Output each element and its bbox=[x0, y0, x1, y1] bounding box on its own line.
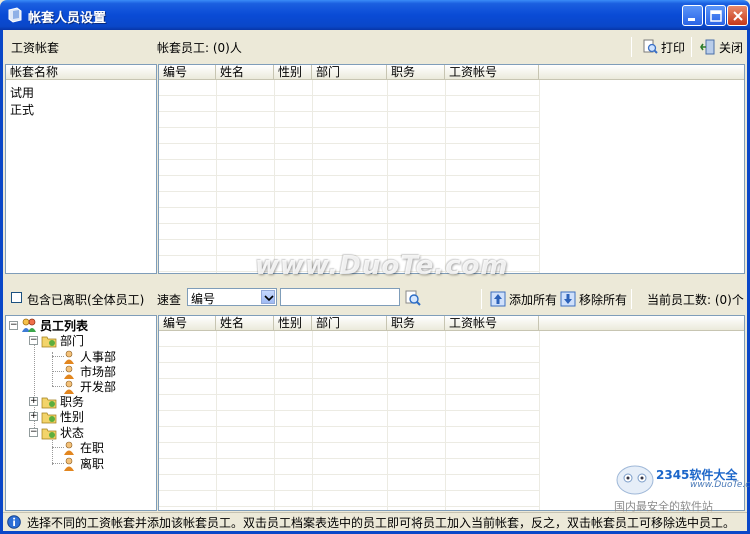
search-field-select[interactable]: 编号 bbox=[187, 288, 277, 306]
remove-all-button[interactable]: 移除所有 bbox=[557, 288, 630, 310]
mascot-logo bbox=[616, 465, 654, 495]
account-item-trial[interactable]: 试用 bbox=[10, 84, 34, 101]
tree-dept-dev-label: 开发部 bbox=[80, 380, 117, 394]
close-window-button[interactable] bbox=[727, 5, 748, 26]
toolbar-separator bbox=[691, 37, 692, 57]
accounts-list[interactable]: 帐套名称 试用 正式 bbox=[5, 64, 157, 274]
tree-node-dept-hr[interactable]: 人事部 bbox=[62, 349, 116, 364]
person-icon bbox=[64, 350, 74, 364]
toolbar-separator bbox=[631, 289, 632, 309]
add-all-label: 添加所有 bbox=[509, 292, 558, 307]
print-preview-icon bbox=[643, 39, 658, 54]
account-employee-grid[interactable]: 编号 姓名 性别 部门 职务 工资帐号 bbox=[158, 64, 745, 274]
chevron-down-icon bbox=[264, 295, 274, 302]
search-button[interactable] bbox=[404, 289, 422, 307]
col-header-department[interactable]: 部门 bbox=[312, 316, 387, 331]
tree-gender-label: 性别 bbox=[60, 410, 85, 424]
close-label: 关闭 bbox=[719, 40, 744, 55]
add-all-button[interactable]: 添加所有 bbox=[487, 288, 560, 310]
col-header-filler bbox=[539, 65, 744, 80]
minimize-icon bbox=[688, 18, 695, 21]
window-title: 帐套人员设置 bbox=[28, 11, 107, 26]
col-header-id[interactable]: 编号 bbox=[159, 65, 216, 80]
tree-node-status-active[interactable]: 在职 bbox=[62, 440, 104, 455]
search-input[interactable] bbox=[280, 288, 400, 306]
col-header-gender[interactable]: 性别 bbox=[274, 65, 312, 80]
print-button[interactable]: 打印 bbox=[639, 36, 688, 58]
collapse-toggle[interactable]: − bbox=[29, 336, 38, 345]
duote-small-watermark: www.DuoTe.com bbox=[690, 480, 750, 490]
tree-node-position[interactable]: + 职务 bbox=[29, 394, 84, 409]
col-header-id[interactable]: 编号 bbox=[159, 316, 216, 331]
employee-count-label: 帐套员工: (0)人 bbox=[157, 41, 242, 55]
maximize-icon bbox=[710, 10, 722, 22]
status-bar: 选择不同的工资帐套并添加该帐套员工。双击员工档案表选中的员工即可将员工加入当前帐… bbox=[3, 512, 747, 531]
expand-toggle[interactable]: + bbox=[29, 397, 38, 406]
section-label: 工资帐套 bbox=[11, 41, 60, 55]
status-message: 选择不同的工资帐套并添加该帐套员工。双击员工档案表选中的员工即可将员工加入当前帐… bbox=[27, 515, 736, 530]
tree-node-department[interactable]: − 部门 bbox=[29, 333, 84, 348]
tree-node-status[interactable]: − 状态 bbox=[29, 425, 84, 440]
collapse-toggle[interactable]: − bbox=[29, 428, 38, 437]
remove-all-label: 移除所有 bbox=[579, 292, 628, 307]
duote-watermark: www.DuoTe.com bbox=[255, 251, 509, 281]
folder-open-icon bbox=[41, 428, 57, 439]
tree-status-resigned-label: 离职 bbox=[80, 457, 105, 471]
toolbar-separator bbox=[631, 37, 632, 57]
expand-toggle[interactable]: + bbox=[29, 412, 38, 421]
top-toolbar: 工资帐套 帐套员工: (0)人 打印 关闭 bbox=[3, 30, 747, 64]
include-resigned-checkbox[interactable] bbox=[11, 292, 22, 303]
maximize-button[interactable] bbox=[705, 5, 726, 26]
grid-lines bbox=[159, 80, 540, 273]
col-header-account[interactable]: 工资帐号 bbox=[445, 316, 539, 331]
app-icon bbox=[8, 7, 22, 23]
dropdown-arrow-button[interactable] bbox=[261, 290, 275, 304]
folder-icon bbox=[41, 397, 57, 408]
col-header-department[interactable]: 部门 bbox=[312, 65, 387, 80]
folder-icon bbox=[41, 412, 57, 423]
brand-2345-slogan: 国内最安全的软件站 bbox=[614, 500, 713, 513]
users-group-icon bbox=[22, 318, 36, 332]
search-field-value: 编号 bbox=[191, 292, 216, 306]
close-button[interactable]: 关闭 bbox=[697, 36, 746, 58]
toolbar-separator bbox=[481, 289, 482, 309]
accounts-column-header[interactable]: 帐套名称 bbox=[6, 65, 156, 80]
col-header-filler bbox=[539, 316, 744, 331]
tree-node-root[interactable]: − 员工列表 bbox=[9, 318, 88, 333]
tree-node-gender[interactable]: + 性别 bbox=[29, 409, 84, 424]
person-icon bbox=[64, 365, 74, 379]
quick-search-label: 速查 bbox=[157, 293, 182, 307]
title-bar[interactable]: 帐套人员设置 bbox=[0, 0, 750, 30]
col-header-position[interactable]: 职务 bbox=[387, 316, 445, 331]
person-icon bbox=[64, 457, 74, 471]
collapse-toggle[interactable]: − bbox=[9, 321, 18, 330]
employee-tree[interactable]: − 员工列表 − 部门 人事部 市场部 开发部 + 职务 + 性别 − 状态 在… bbox=[5, 315, 157, 511]
exit-door-icon bbox=[700, 39, 715, 55]
tree-node-dept-marketing[interactable]: 市场部 bbox=[62, 364, 116, 379]
filter-toolbar: 包含已离职(全体员工) 速查 编号 添加所有 移除所有 当前员工数: (0)个 bbox=[3, 285, 747, 313]
add-all-icon bbox=[490, 291, 506, 307]
tree-department-label: 部门 bbox=[60, 334, 85, 348]
current-count-label: 当前员工数: (0)个 bbox=[647, 293, 744, 307]
col-header-account[interactable]: 工资帐号 bbox=[445, 65, 539, 80]
print-label: 打印 bbox=[661, 40, 686, 55]
person-icon bbox=[64, 441, 74, 455]
col-header-name[interactable]: 姓名 bbox=[216, 316, 274, 331]
remove-all-icon bbox=[560, 291, 576, 307]
info-icon bbox=[7, 515, 21, 529]
col-header-gender[interactable]: 性别 bbox=[274, 316, 312, 331]
close-icon bbox=[733, 11, 743, 21]
tree-status-active-label: 在职 bbox=[80, 441, 105, 455]
col-header-position[interactable]: 职务 bbox=[387, 65, 445, 80]
folder-open-icon bbox=[41, 336, 57, 347]
tree-node-dept-dev[interactable]: 开发部 bbox=[62, 379, 116, 394]
account-item-formal[interactable]: 正式 bbox=[10, 101, 34, 118]
search-icon bbox=[405, 290, 421, 306]
col-header-name[interactable]: 姓名 bbox=[216, 65, 274, 80]
tree-node-status-resigned[interactable]: 离职 bbox=[62, 456, 104, 471]
tree-connector bbox=[52, 352, 53, 386]
person-icon bbox=[64, 380, 74, 394]
minimize-button[interactable] bbox=[682, 5, 703, 26]
include-resigned-label: 包含已离职(全体员工) bbox=[27, 293, 145, 307]
